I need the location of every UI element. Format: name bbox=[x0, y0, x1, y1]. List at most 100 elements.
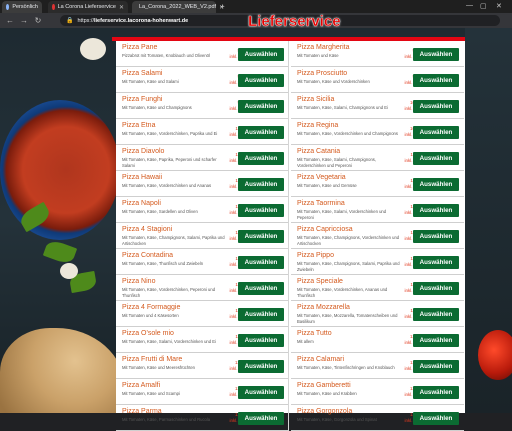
menu-item: Pizza Hawaii Mit Tomaten, Käse, Vordersch… bbox=[116, 171, 288, 197]
item-description: Mit Tomaten, Käse, Parmaschinken und Ruc… bbox=[122, 417, 211, 422]
item-name: Pizza Taormina bbox=[297, 200, 345, 207]
item-description: Mit Tomaten, Käse, Salami, Vorderschinke… bbox=[122, 339, 216, 344]
select-button[interactable]: Auswählen bbox=[238, 74, 284, 87]
item-name: Pizza Catania bbox=[297, 148, 341, 155]
item-description: Mit Tomaten, Käse, Salami, Champignons, … bbox=[297, 157, 377, 168]
profile-label: Persönlich bbox=[12, 4, 38, 10]
select-button[interactable]: Auswählen bbox=[413, 412, 459, 425]
page-title: Lieferservice bbox=[248, 13, 341, 30]
select-button[interactable]: Auswählen bbox=[238, 230, 284, 243]
menu-item: Pizza Funghi Mit Tomaten, Käse und Champi… bbox=[116, 93, 288, 119]
tab-pdf[interactable]: La_Corona_2022_WEB_V2.pdf ✕ bbox=[132, 1, 224, 13]
select-button[interactable]: Auswählen bbox=[238, 386, 284, 399]
select-button[interactable]: Auswählen bbox=[238, 178, 284, 191]
select-button[interactable]: Auswählen bbox=[238, 204, 284, 217]
select-button[interactable]: Auswählen bbox=[413, 256, 459, 269]
menu-item: Pizza Nino Mit Tomaten, Käse, Vorderschin… bbox=[116, 275, 288, 301]
menu-item: Pizza TuttoMit allem12,50 €inkl. MwStAus… bbox=[291, 327, 464, 353]
close-tab-icon[interactable]: ✕ bbox=[119, 4, 124, 11]
menu-item: Pizza Gamberetti Mit Tomaten, Käse und Kr… bbox=[291, 379, 464, 405]
select-button[interactable]: Auswählen bbox=[413, 48, 459, 61]
item-name: Pizza Diavolo bbox=[122, 148, 165, 155]
item-description: Mit allem bbox=[297, 339, 314, 344]
select-button[interactable]: Auswählen bbox=[413, 282, 459, 295]
back-icon[interactable]: ← bbox=[6, 16, 14, 25]
select-button[interactable]: Auswählen bbox=[238, 282, 284, 295]
select-button[interactable]: Auswählen bbox=[238, 126, 284, 139]
item-name: Pizza Pane bbox=[122, 44, 158, 51]
item-description: Mit Tomaten, Käse, Vorderschinken und Ch… bbox=[297, 131, 398, 136]
item-name: Pizza Frutti di Mare bbox=[122, 356, 183, 363]
close-window-icon[interactable]: ✕ bbox=[496, 2, 502, 10]
menu-item: Pizza Sicilia Mit Tomaten, Käse, Salami, … bbox=[291, 93, 464, 119]
select-button[interactable]: Auswählen bbox=[413, 308, 459, 321]
menu-item: Pizza Gorgonzola Mit Tomaten, Käse, Gorgo… bbox=[291, 405, 464, 431]
item-name: Pizza 4 Stagioni bbox=[122, 226, 173, 233]
maximize-icon[interactable]: ▢ bbox=[480, 2, 487, 10]
select-button[interactable]: Auswählen bbox=[413, 204, 459, 217]
item-description: Mit Tomaten, Käse, Vorderschinken und An… bbox=[122, 183, 212, 188]
reload-icon[interactable]: ↻ bbox=[34, 16, 42, 25]
menu-item: Pizza Regina Mit Tomaten, Käse, Vordersch… bbox=[291, 119, 464, 145]
item-name: Pizza Amalfi bbox=[122, 382, 161, 389]
item-name: Pizza Sicilia bbox=[297, 96, 335, 103]
item-description: Mit Tomaten, Käse, Paprika, Peperoni und… bbox=[122, 157, 217, 168]
item-name: Pizza Pippo bbox=[297, 252, 334, 259]
profile-icon bbox=[6, 4, 10, 10]
menu-item: Pizza Salami Mit Tomaten, Käse und Salami… bbox=[116, 67, 288, 93]
item-name: Pizza Margherita bbox=[297, 44, 350, 51]
menu-item: Pizza Speciale Mit Tomaten, Käse, Vorders… bbox=[291, 275, 464, 301]
garlic-image bbox=[60, 263, 78, 279]
item-description: Mit Tomaten, Käse und Scampi bbox=[122, 391, 180, 396]
select-button[interactable]: Auswählen bbox=[238, 308, 284, 321]
menu-item: Pizza Amalfi Mit Tomaten, Käse und Scampi… bbox=[116, 379, 288, 405]
item-description: Mit Tomaten, Käse, Salami, Champignons u… bbox=[297, 105, 388, 110]
item-name: Pizza O'sole mio bbox=[122, 330, 174, 337]
item-description: Mit Tomaten, Käse, Thunfisch und Zwiebel… bbox=[122, 261, 204, 266]
item-description: Mit Tomaten, Käse, Salami, Vorderschinke… bbox=[297, 209, 387, 220]
item-name: Pizza Capricciosa bbox=[297, 226, 353, 233]
select-button[interactable]: Auswählen bbox=[413, 360, 459, 373]
select-button[interactable]: Auswählen bbox=[413, 74, 459, 87]
select-button[interactable]: Auswählen bbox=[238, 334, 284, 347]
menu-item: Pizza MargheritaMit Tomaten und Käse9,00… bbox=[291, 41, 464, 67]
menu-item: Pizza Prosciutto Mit Tomaten, Käse und Vo… bbox=[291, 67, 464, 93]
tomato-image bbox=[478, 330, 512, 380]
site-favicon-icon bbox=[52, 4, 55, 10]
select-button[interactable]: Auswählen bbox=[238, 100, 284, 113]
tab-lieferservice[interactable]: La Corona Lieferservice ✕ bbox=[48, 1, 128, 13]
select-button[interactable]: Auswählen bbox=[413, 230, 459, 243]
item-description: Mit Tomaten, Käse und Krabben bbox=[297, 391, 357, 396]
forward-icon[interactable]: → bbox=[20, 16, 28, 25]
item-name: Pizza Speciale bbox=[297, 278, 343, 285]
item-description: Mit Tomaten, Käse, Gorgonzola und Spinat bbox=[297, 417, 377, 422]
menu-item: Pizza Catania Mit Tomaten, Käse, Salami, … bbox=[291, 145, 464, 171]
item-description: Mit Tomaten, Käse, Vorderschinken, Anana… bbox=[297, 287, 388, 298]
select-button[interactable]: Auswählen bbox=[413, 386, 459, 399]
tomato-sauce-bowl-image bbox=[0, 100, 120, 240]
select-button[interactable]: Auswählen bbox=[238, 360, 284, 373]
select-button[interactable]: Auswählen bbox=[238, 152, 284, 165]
item-name: Pizza Prosciutto bbox=[297, 70, 348, 77]
item-name: Pizza Napoli bbox=[122, 200, 161, 207]
select-button[interactable]: Auswählen bbox=[413, 100, 459, 113]
lock-icon: 🔒 bbox=[66, 18, 74, 24]
item-name: Pizza Contadina bbox=[122, 252, 173, 259]
select-button[interactable]: Auswählen bbox=[238, 256, 284, 269]
item-name: Pizza Gorgonzola bbox=[297, 408, 353, 415]
item-description: Mit Tomaten, Käse, Tintenfischringen und… bbox=[297, 365, 395, 370]
select-button[interactable]: Auswählen bbox=[413, 334, 459, 347]
select-button[interactable]: Auswählen bbox=[413, 178, 459, 191]
select-button[interactable]: Auswählen bbox=[413, 126, 459, 139]
menu-item: Pizza Etna Mit Tomaten, Käse, Vorderschin… bbox=[116, 119, 288, 145]
profile-button[interactable]: Persönlich bbox=[2, 1, 42, 13]
item-name: Pizza Tutto bbox=[297, 330, 332, 337]
select-button[interactable]: Auswählen bbox=[238, 48, 284, 61]
menu-item: Pizza 4 Formaggie Mit Tomaten und 4 Käses… bbox=[116, 301, 288, 327]
browser-tab-strip: Persönlich La Corona Lieferservice ✕ La_… bbox=[0, 0, 512, 13]
new-tab-icon[interactable]: + bbox=[220, 2, 225, 11]
select-button[interactable]: Auswählen bbox=[413, 152, 459, 165]
select-button[interactable]: Auswählen bbox=[238, 412, 284, 425]
minimize-icon[interactable]: — bbox=[466, 2, 473, 9]
item-description: Mit Tomaten, Käse und Gemüse bbox=[297, 183, 357, 188]
